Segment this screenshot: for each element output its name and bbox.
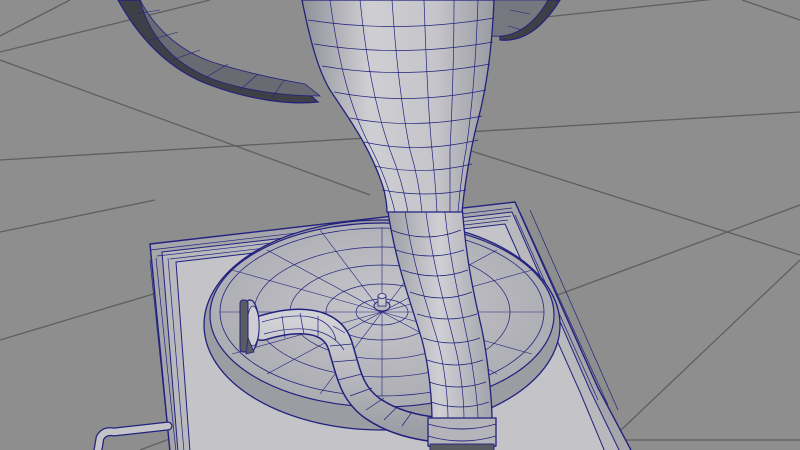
horn-collar [427,417,497,450]
viewport-canvas[interactable] [0,0,800,450]
sound-box[interactable] [239,299,260,355]
3d-viewport[interactable] [0,0,800,450]
